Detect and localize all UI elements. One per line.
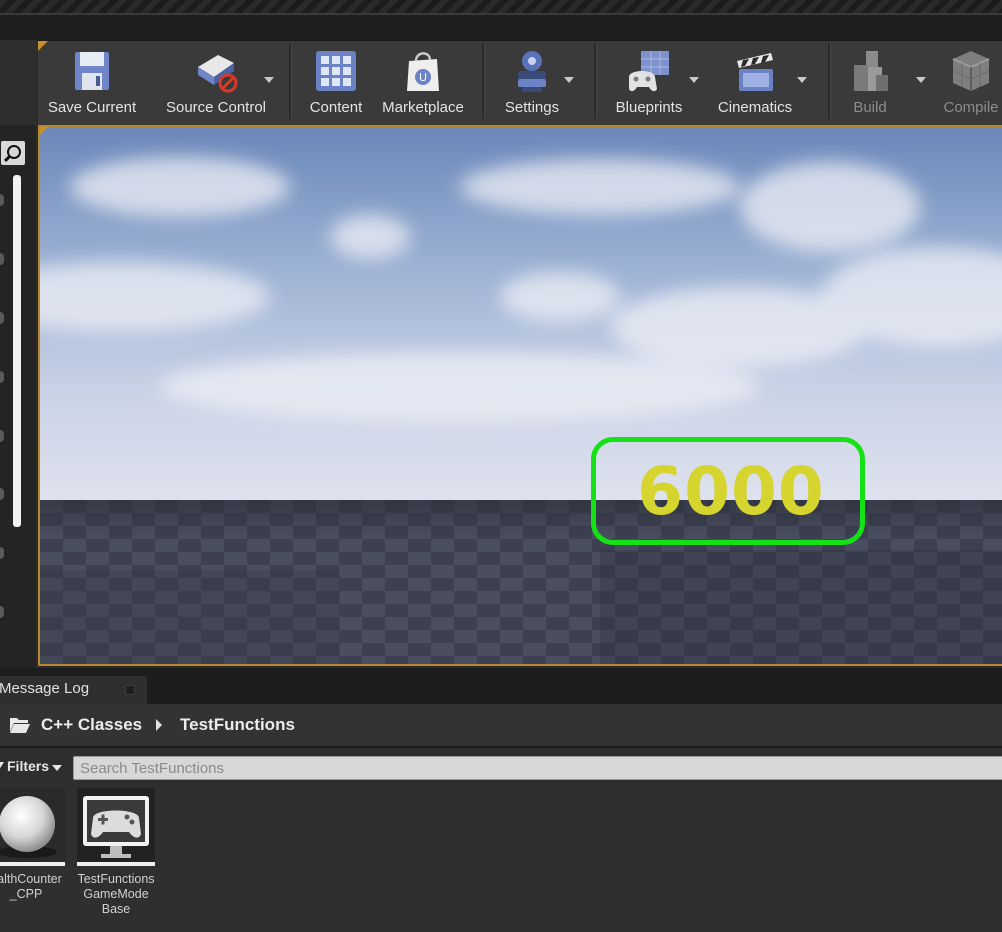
left-item-radio[interactable]: [0, 606, 4, 618]
compile-cubes-icon: [947, 47, 995, 95]
settings-label: Settings: [504, 99, 560, 116]
chevron-down-icon: [52, 765, 62, 771]
left-panel-items: [0, 175, 6, 655]
asset-name: TestFunctions GameMode Base: [77, 872, 155, 916]
marketplace-button[interactable]: U Marketplace: [378, 41, 468, 125]
content-browser-icon: [312, 47, 360, 95]
settings-gear-icon: [508, 47, 556, 95]
breadcrumb-cpp-classes[interactable]: C++ Classes: [41, 715, 142, 735]
filters-label: Filters: [7, 758, 50, 774]
settings-button[interactable]: Settings: [494, 41, 574, 125]
content-label: Content: [309, 99, 363, 116]
build-button[interactable]: Build: [840, 41, 926, 125]
level-viewport[interactable]: [38, 125, 1002, 666]
close-icon[interactable]: [125, 685, 135, 695]
chevron-down-icon[interactable]: [916, 77, 926, 83]
viewport-corner-marker: [40, 127, 48, 135]
breadcrumb-testfunctions[interactable]: TestFunctions: [180, 715, 295, 735]
build-blocks-icon: [846, 47, 894, 95]
chevron-down-icon[interactable]: [797, 77, 807, 83]
gamepad-monitor-icon: [77, 788, 155, 866]
tab-message-log[interactable]: Message Log: [0, 676, 147, 704]
chevron-right-icon[interactable]: [156, 719, 162, 731]
content-browser-breadcrumb: [0, 704, 1002, 748]
search-input[interactable]: [73, 756, 1002, 780]
chevron-down-icon[interactable]: [564, 77, 574, 83]
left-item-radio[interactable]: [0, 312, 4, 324]
title-bar-stripes: [0, 0, 1002, 13]
save-disk-icon: [68, 47, 116, 95]
left-item-radio[interactable]: [0, 253, 4, 265]
chevron-down-icon[interactable]: [264, 77, 274, 83]
asset-type-underline: [0, 862, 65, 866]
save-current-button[interactable]: Save Current: [44, 41, 140, 125]
content-button[interactable]: Content: [300, 41, 372, 125]
toolbar-separator: [289, 43, 292, 119]
left-item-radio[interactable]: [0, 371, 4, 383]
hud-counter-value: 6000: [637, 452, 825, 530]
source-control-icon: [192, 47, 240, 95]
filters-button[interactable]: Filters: [0, 756, 66, 778]
compile-label: Compile: [943, 99, 999, 116]
toolbar-separator: [594, 43, 597, 119]
toolbar-separator: [828, 43, 831, 119]
source-control-label: Source Control: [165, 99, 267, 116]
sphere-thumbnail-icon: [0, 788, 65, 866]
left-panel-header: [0, 40, 36, 125]
folder-open-icon[interactable]: [9, 716, 31, 734]
asset-name: ealthCounter _CPP: [0, 872, 62, 901]
marketplace-label: Marketplace: [382, 99, 464, 116]
chevron-down-icon[interactable]: [689, 77, 699, 83]
clapperboard-icon: [731, 47, 779, 95]
left-panel-scrollbar[interactable]: [13, 175, 21, 527]
hud-counter-box: 6000: [591, 437, 865, 545]
left-item-radio[interactable]: [0, 194, 4, 206]
blueprint-gamepad-icon: [625, 47, 673, 95]
bottom-tab-strip: [0, 668, 1002, 704]
compile-button[interactable]: Compile: [938, 41, 1002, 125]
blueprints-label: Blueprints: [615, 99, 683, 116]
svg-text:U: U: [419, 71, 427, 84]
asset-type-underline: [77, 862, 155, 866]
cinematics-label: Cinematics: [717, 99, 793, 116]
save-current-label: Save Current: [47, 99, 137, 116]
funnel-icon: [0, 762, 4, 770]
left-item-radio[interactable]: [0, 547, 4, 559]
toolbar-separator: [482, 43, 485, 119]
source-control-button[interactable]: Source Control: [148, 41, 284, 125]
cinematics-button[interactable]: Cinematics: [711, 41, 807, 125]
blueprints-button[interactable]: Blueprints: [606, 41, 699, 125]
search-icon[interactable]: [1, 141, 25, 165]
main-toolbar: Save Current Source Control Content U Ma…: [38, 40, 1002, 125]
left-item-radio[interactable]: [0, 430, 4, 442]
left-item-radio[interactable]: [0, 488, 4, 500]
marketplace-bag-icon: U: [399, 47, 447, 95]
build-label: Build: [853, 99, 887, 116]
tab-message-log-label: Message Log: [0, 680, 90, 697]
